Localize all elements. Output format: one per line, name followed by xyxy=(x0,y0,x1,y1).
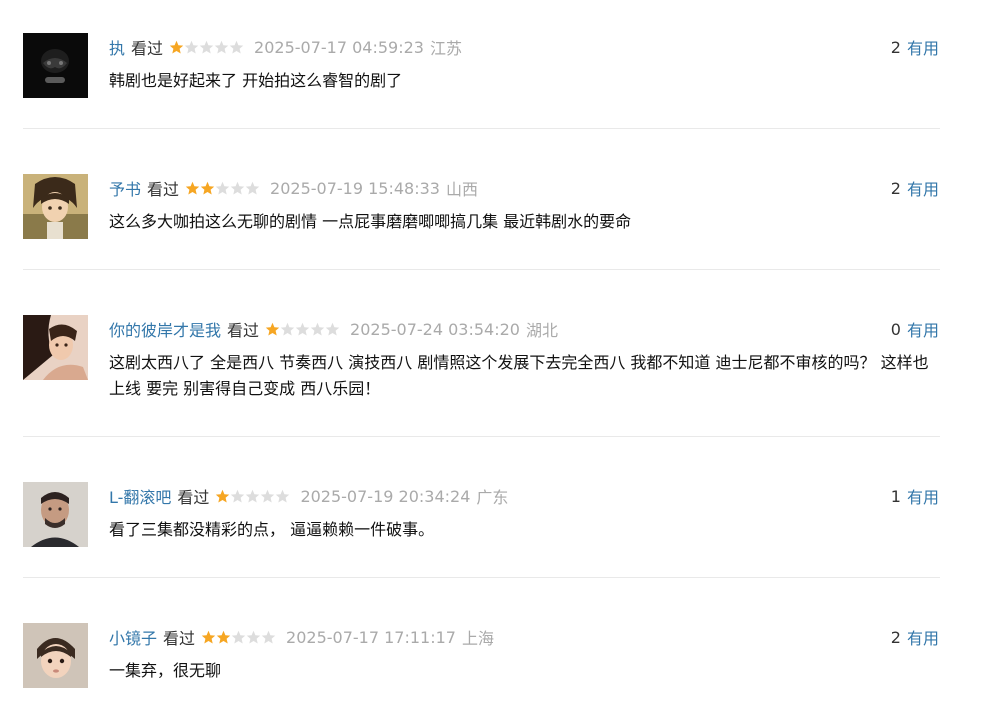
star-empty-icon xyxy=(215,181,230,196)
useful-button[interactable]: 有用 xyxy=(907,484,939,508)
comment-text: 韩剧也是好起来了 开始拍这么睿智的剧了 xyxy=(109,71,403,90)
vote-count: 2 xyxy=(890,178,901,198)
star-empty-icon xyxy=(275,489,290,504)
comment-time: 2025-07-24 03:54:20 xyxy=(350,319,520,339)
star-empty-icon xyxy=(229,40,244,55)
star-filled-icon xyxy=(185,181,200,196)
useful-button[interactable]: 有用 xyxy=(907,317,939,341)
star-filled-icon xyxy=(265,322,280,337)
comment-list: 执 看过 2025-07-17 04:59:23 江苏 2 有用 韩剧也是好起来… xyxy=(0,0,983,717)
star-empty-icon xyxy=(310,322,325,337)
star-empty-icon xyxy=(295,322,310,337)
comment-text: 看了三集都没精彩的点， 逼逼赖赖一件破事。 xyxy=(109,520,435,539)
star-empty-icon xyxy=(231,630,246,645)
avatar[interactable] xyxy=(23,482,88,547)
author-link[interactable]: 你的彼岸才是我 xyxy=(109,317,221,341)
vote-area: 1 有用 xyxy=(890,484,939,508)
comment-location: 湖北 xyxy=(525,321,558,340)
author-link[interactable]: 执 xyxy=(109,35,125,59)
star-filled-icon xyxy=(169,40,184,55)
star-filled-icon xyxy=(216,630,231,645)
divider xyxy=(23,128,940,129)
star-empty-icon xyxy=(199,40,214,55)
comment-meta: 你的彼岸才是我 看过 2025-07-24 03:54:20 湖北 xyxy=(109,317,558,341)
star-empty-icon xyxy=(260,489,275,504)
comment-time: 2025-07-19 20:34:24 xyxy=(300,486,471,506)
avatar[interactable] xyxy=(23,174,88,239)
rating-stars xyxy=(215,489,290,504)
comment-meta: 小镜子 看过 2025-07-17 17:11:17 上海 xyxy=(109,625,494,649)
vote-count: 1 xyxy=(890,486,901,506)
star-empty-icon xyxy=(230,181,245,196)
star-filled-icon xyxy=(215,489,230,504)
author-link[interactable]: 予书 xyxy=(109,176,141,200)
comment-location: 江苏 xyxy=(429,39,462,58)
useful-button[interactable]: 有用 xyxy=(907,35,939,59)
rating-stars xyxy=(185,181,260,196)
star-filled-icon xyxy=(200,181,215,196)
avatar[interactable] xyxy=(23,623,88,688)
comment-location: 上海 xyxy=(461,629,494,648)
star-empty-icon xyxy=(245,181,260,196)
useful-button[interactable]: 有用 xyxy=(907,176,939,200)
comment-time: 2025-07-17 17:11:17 xyxy=(286,627,456,647)
star-empty-icon xyxy=(230,489,245,504)
comment-location: 广东 xyxy=(476,488,509,507)
watch-status: 看过 xyxy=(177,488,210,507)
author-link[interactable]: 小镜子 xyxy=(109,625,157,649)
star-empty-icon xyxy=(325,322,340,337)
divider xyxy=(23,269,940,270)
star-empty-icon xyxy=(245,489,260,504)
avatar[interactable] xyxy=(23,315,88,380)
avatar[interactable] xyxy=(23,33,88,98)
comment-time: 2025-07-17 04:59:23 xyxy=(254,37,424,57)
useful-button[interactable]: 有用 xyxy=(907,625,939,649)
vote-count: 2 xyxy=(890,627,901,647)
watch-status: 看过 xyxy=(163,629,196,648)
divider xyxy=(23,436,940,437)
comment-location: 山西 xyxy=(445,180,478,199)
comment-text: 一集弃，很无聊 xyxy=(109,661,222,680)
star-empty-icon xyxy=(280,322,295,337)
rating-stars xyxy=(265,322,340,337)
star-empty-icon xyxy=(261,630,276,645)
comment-meta: 予书 看过 2025-07-19 15:48:33 山西 xyxy=(109,176,478,200)
divider xyxy=(23,577,940,578)
vote-area: 0 有用 xyxy=(890,317,939,341)
comment-meta: L-翻滚吧 看过 2025-07-19 20:34:24 广东 xyxy=(109,484,509,508)
rating-stars xyxy=(169,40,244,55)
comment-time: 2025-07-19 15:48:33 xyxy=(270,178,440,198)
vote-area: 2 有用 xyxy=(890,625,939,649)
star-filled-icon xyxy=(201,630,216,645)
vote-count: 2 xyxy=(890,37,901,57)
comment-text: 这么多大咖拍这么无聊的剧情 一点屁事磨磨唧唧搞几集 最近韩剧水的要命 xyxy=(109,212,632,231)
comment-text: 这剧太西八了 全是西八 节奏西八 演技西八 剧情照这个发展下去完全西八 我都不知… xyxy=(109,353,929,398)
vote-count: 0 xyxy=(890,319,901,339)
watch-status: 看过 xyxy=(131,39,164,58)
author-link[interactable]: L-翻滚吧 xyxy=(109,484,171,508)
star-empty-icon xyxy=(214,40,229,55)
vote-area: 2 有用 xyxy=(890,176,939,200)
star-empty-icon xyxy=(184,40,199,55)
vote-area: 2 有用 xyxy=(890,35,939,59)
comment-meta: 执 看过 2025-07-17 04:59:23 江苏 xyxy=(109,35,462,59)
star-empty-icon xyxy=(246,630,261,645)
rating-stars xyxy=(201,630,276,645)
watch-status: 看过 xyxy=(227,321,260,340)
watch-status: 看过 xyxy=(147,180,180,199)
